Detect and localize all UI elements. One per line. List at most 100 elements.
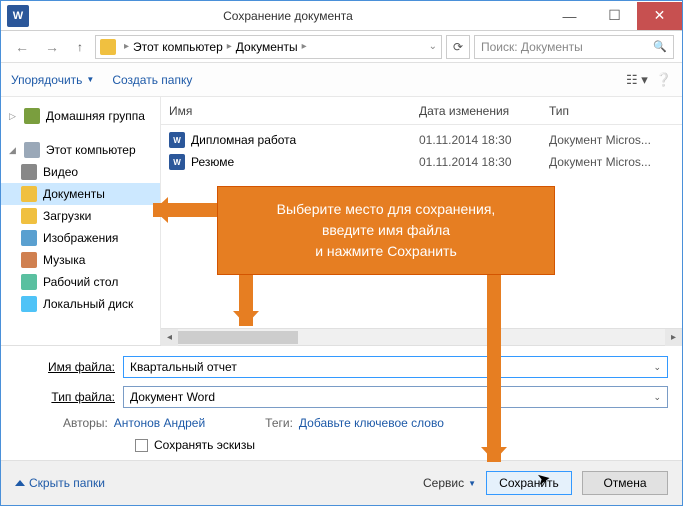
organize-label: Упорядочить [11, 73, 82, 87]
documents-icon [21, 186, 37, 202]
sidebar-label: Этот компьютер [46, 143, 136, 157]
file-row[interactable]: W Резюме 01.11.2014 18:30 Документ Micro… [161, 151, 682, 173]
search-input[interactable]: Поиск: Документы 🔍 [474, 35, 674, 59]
sidebar-item-video[interactable]: Видео [1, 161, 160, 183]
close-button[interactable]: ✕ [637, 2, 682, 30]
downloads-icon [21, 208, 37, 224]
authors-label: Авторы: [63, 416, 108, 430]
chevron-down-icon[interactable]: ⌄ [653, 362, 661, 373]
callout-arrow-left [153, 203, 217, 217]
images-icon [21, 230, 37, 246]
breadcrumb-segment[interactable]: Документы [236, 40, 298, 54]
column-name[interactable]: Имя [169, 104, 419, 118]
filename-label: Имя файла: [15, 360, 123, 374]
callout-arrow-down-2 [487, 260, 501, 462]
sidebar-item-downloads[interactable]: Загрузки [1, 205, 160, 227]
filetype-select[interactable]: Документ Word ⌄ [123, 386, 668, 408]
file-name: Резюме [191, 155, 419, 169]
scroll-right-icon[interactable]: ▸ [665, 329, 682, 346]
word-doc-icon: W [169, 154, 185, 170]
breadcrumb-dropdown-icon[interactable]: ⌄ [429, 41, 437, 52]
organize-menu[interactable]: Упорядочить ▼ [11, 73, 94, 87]
file-row[interactable]: W Дипломная работа 01.11.2014 18:30 Доку… [161, 129, 682, 151]
save-button[interactable]: Сохранить [486, 471, 572, 495]
tags-value[interactable]: Добавьте ключевое слово [299, 416, 444, 430]
disk-icon [21, 296, 37, 312]
filetype-value: Документ Word [130, 390, 215, 404]
callout-line: введите имя файла [234, 220, 538, 241]
sidebar-item-homegroup[interactable]: ▷ Домашняя группа [1, 105, 160, 127]
tags-label: Теги: [265, 416, 293, 430]
file-date: 01.11.2014 18:30 [419, 133, 549, 147]
new-folder-button[interactable]: Создать папку [112, 73, 192, 87]
back-button[interactable]: ← [9, 34, 35, 60]
sidebar-label: Загрузки [43, 209, 91, 223]
sidebar-item-localdisk[interactable]: Локальный диск [1, 293, 160, 315]
tools-label: Сервис [423, 476, 464, 490]
sidebar-label: Музыка [43, 253, 85, 267]
chevron-down-icon[interactable]: ⌄ [653, 392, 661, 403]
file-date: 01.11.2014 18:30 [419, 155, 549, 169]
tools-menu[interactable]: Сервис ▼ [423, 476, 476, 490]
word-app-icon: W [7, 5, 29, 27]
help-icon[interactable]: ❔ [656, 72, 672, 88]
save-thumbnails-checkbox[interactable] [135, 439, 148, 452]
chevron-down-icon: ▼ [86, 75, 94, 84]
column-type[interactable]: Тип [549, 104, 682, 118]
window-buttons: — ☐ ✕ [547, 2, 682, 30]
sidebar-item-documents[interactable]: Документы [1, 183, 160, 205]
sidebar-label: Изображения [43, 231, 118, 245]
cancel-button-label: Отмена [603, 476, 646, 490]
file-list: W Дипломная работа 01.11.2014 18:30 Доку… [161, 125, 682, 177]
chevron-down-icon: ▼ [468, 479, 476, 488]
up-button[interactable]: ↑ [69, 36, 91, 58]
sidebar-label: Локальный диск [43, 297, 133, 311]
titlebar: W Сохранение документа — ☐ ✕ [1, 1, 682, 31]
hide-folders-link[interactable]: Скрыть папки [15, 476, 105, 490]
instruction-callout: Выберите место для сохранения, введите и… [217, 186, 555, 275]
bottom-panel: Имя файла: Квартальный отчет ⌄ Тип файла… [1, 345, 682, 460]
maximize-button[interactable]: ☐ [592, 2, 637, 30]
filename-value: Квартальный отчет [130, 360, 237, 374]
sidebar-item-desktop[interactable]: Рабочий стол [1, 271, 160, 293]
forward-button[interactable]: → [39, 34, 65, 60]
chevron-up-icon [15, 480, 25, 486]
sidebar: ▷ Домашняя группа ◢ Этот компьютер Видео… [1, 97, 161, 345]
breadcrumb[interactable]: ▸ Этот компьютер ▸ Документы ▸ ⌄ [95, 35, 442, 59]
word-doc-icon: W [169, 132, 185, 148]
scroll-left-icon[interactable]: ◂ [161, 329, 178, 346]
sidebar-item-music[interactable]: Музыка [1, 249, 160, 271]
homegroup-icon [24, 108, 40, 124]
music-icon [21, 252, 37, 268]
refresh-button[interactable]: ⟳ [446, 35, 470, 59]
sidebar-item-pc[interactable]: ◢ Этот компьютер [1, 139, 160, 161]
authors-value[interactable]: Антонов Андрей [114, 416, 205, 430]
new-folder-label: Создать папку [112, 73, 192, 87]
column-headers: Имя Дата изменения Тип [161, 97, 682, 125]
view-options-icon[interactable]: ☷ ▾ [626, 72, 648, 88]
chevron-right-icon: ▷ [9, 111, 16, 122]
column-date[interactable]: Дата изменения [419, 104, 549, 118]
file-name: Дипломная работа [191, 133, 419, 147]
chevron-right-icon: ▸ [227, 41, 232, 52]
minimize-button[interactable]: — [547, 2, 592, 30]
callout-line: и нажмите Сохранить [234, 241, 538, 262]
callout-line: Выберите место для сохранения, [234, 199, 538, 220]
file-type: Документ Micros... [549, 133, 682, 147]
file-type: Документ Micros... [549, 155, 682, 169]
sidebar-label: Рабочий стол [43, 275, 118, 289]
search-icon: 🔍 [653, 40, 667, 53]
search-placeholder: Поиск: Документы [481, 40, 583, 54]
desktop-icon [21, 274, 37, 290]
filetype-label: Тип файла: [15, 390, 123, 404]
cancel-button[interactable]: Отмена [582, 471, 668, 495]
filename-input[interactable]: Квартальный отчет ⌄ [123, 356, 668, 378]
window-title: Сохранение документа [29, 9, 547, 23]
sidebar-item-images[interactable]: Изображения [1, 227, 160, 249]
chevron-right-icon: ▸ [124, 41, 129, 52]
toolbar: Упорядочить ▼ Создать папку ☷ ▾ ❔ [1, 63, 682, 97]
folder-icon [100, 39, 116, 55]
video-icon [21, 164, 37, 180]
save-thumbnails-label: Сохранять эскизы [154, 438, 255, 452]
breadcrumb-segment[interactable]: Этот компьютер [133, 40, 223, 54]
